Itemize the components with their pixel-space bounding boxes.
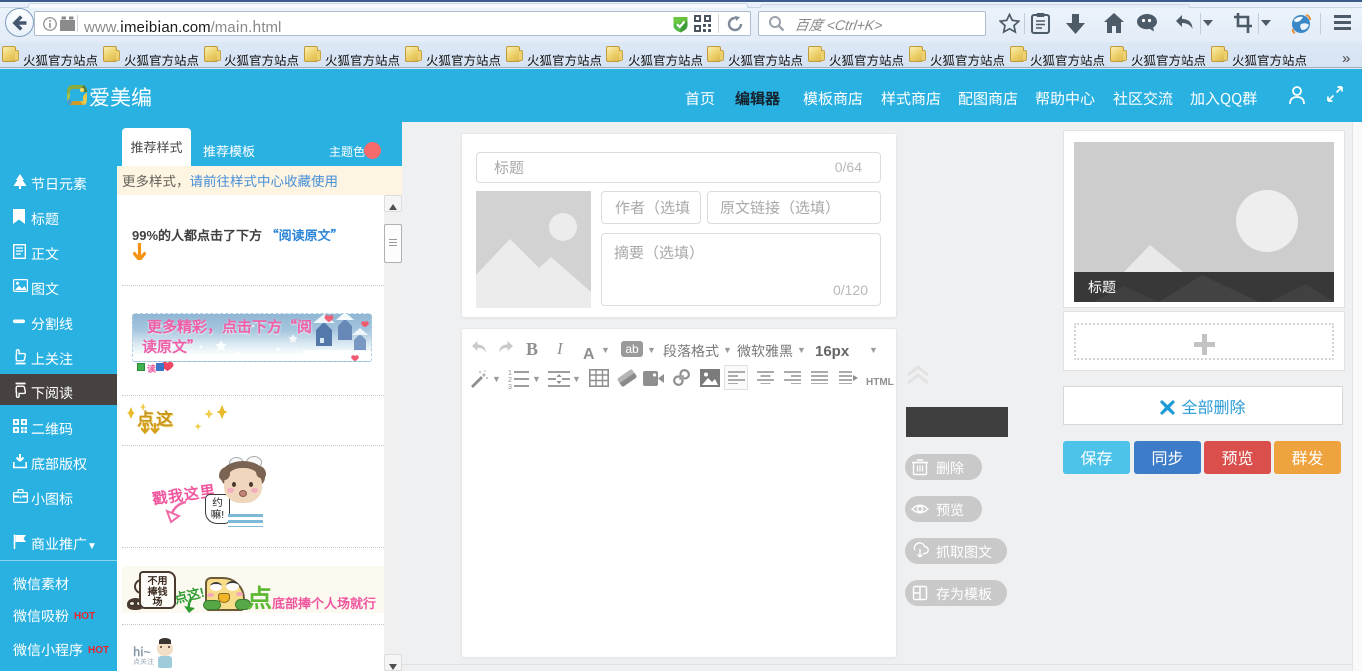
- svg-text:3: 3: [508, 384, 512, 389]
- svg-text:1: 1: [508, 370, 512, 377]
- svg-text:2: 2: [508, 377, 512, 384]
